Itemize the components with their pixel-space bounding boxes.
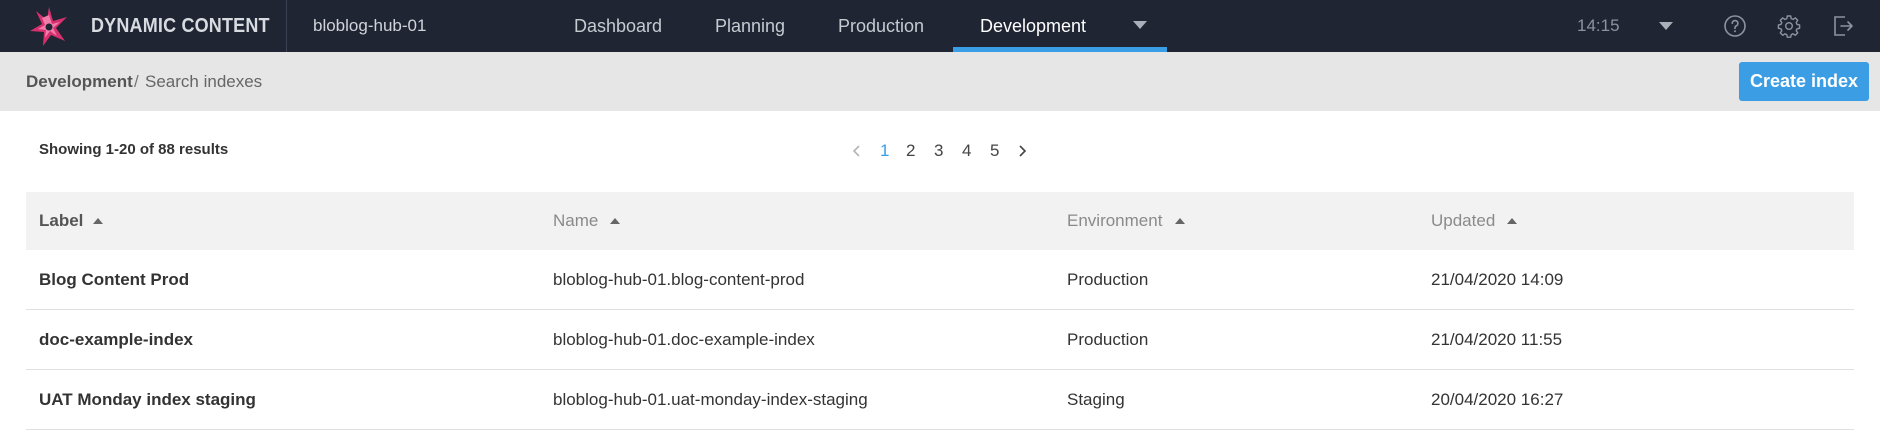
page-2[interactable]: 2 [906,141,915,161]
breadcrumb-current: Search indexes [145,72,263,91]
row-environment: Production [1067,330,1149,349]
chevron-left-icon[interactable] [851,144,863,158]
app-title: DYNAMIC CONTENT [91,15,270,37]
row-environment: Production [1067,270,1149,289]
sort-ascending-icon[interactable] [93,218,103,224]
row-updated: 21/04/2020 11:55 [1431,330,1563,349]
row-label[interactable]: UAT Monday index staging [39,370,256,430]
chevron-down-icon[interactable] [1133,21,1147,29]
tab-dashboard[interactable]: Dashboard [574,0,662,52]
page-3[interactable]: 3 [934,141,943,161]
row-updated: 21/04/2020 14:09 [1431,270,1564,289]
results-summary: Showing 1-20 of 88 results [39,141,229,158]
row-name: bloblog-hub-01.doc-example-index [553,330,815,349]
help-icon[interactable] [1723,14,1747,38]
page-4[interactable]: 4 [962,141,971,161]
column-header-environment[interactable]: Environment [1067,192,1162,250]
tab-development[interactable]: Development [980,0,1086,52]
sort-ascending-icon[interactable] [1175,218,1185,224]
time-dropdown-chevron-icon[interactable] [1659,22,1673,30]
table-row[interactable]: doc-example-index bloblog-hub-01.doc-exa… [26,310,1854,370]
tab-planning[interactable]: Planning [715,0,785,52]
table-row[interactable]: UAT Monday index staging bloblog-hub-01.… [26,370,1854,430]
hub-selector[interactable]: bloblog-hub-01 [313,0,426,52]
column-header-name[interactable]: Name [553,192,598,250]
row-environment: Staging [1067,390,1125,409]
breadcrumb-development[interactable]: Development [26,52,133,111]
dynamic-content-logo-icon[interactable] [27,5,71,49]
chevron-right-icon[interactable] [1016,144,1028,158]
row-updated: 20/04/2020 16:27 [1431,390,1564,409]
sort-ascending-icon[interactable] [1507,218,1517,224]
table-header: Label Name Environment Updated [26,192,1854,250]
logout-icon[interactable] [1831,14,1855,38]
table-row[interactable]: Blog Content Prod bloblog-hub-01.blog-co… [26,250,1854,310]
create-index-button[interactable]: Create index [1739,62,1869,101]
page-5[interactable]: 5 [990,141,999,161]
row-label[interactable]: doc-example-index [39,310,193,370]
row-label[interactable]: Blog Content Prod [39,250,189,310]
sort-ascending-icon[interactable] [610,218,620,224]
breadcrumb-bar: Development / Search indexes [0,52,1880,111]
row-name: bloblog-hub-01.blog-content-prod [553,270,805,289]
time-display[interactable]: 14:15 [1577,0,1620,52]
column-header-label[interactable]: Label [39,192,83,250]
page-1[interactable]: 1 [880,141,889,161]
row-name: bloblog-hub-01.uat-monday-index-staging [553,390,868,409]
column-header-updated[interactable]: Updated [1431,192,1495,250]
top-navigation-bar: DYNAMIC CONTENT bloblog-hub-01 Dashboard… [0,0,1880,52]
breadcrumb-separator: / [134,72,139,91]
header-divider [286,0,287,52]
tab-production[interactable]: Production [838,0,924,52]
settings-gear-icon[interactable] [1777,14,1801,38]
